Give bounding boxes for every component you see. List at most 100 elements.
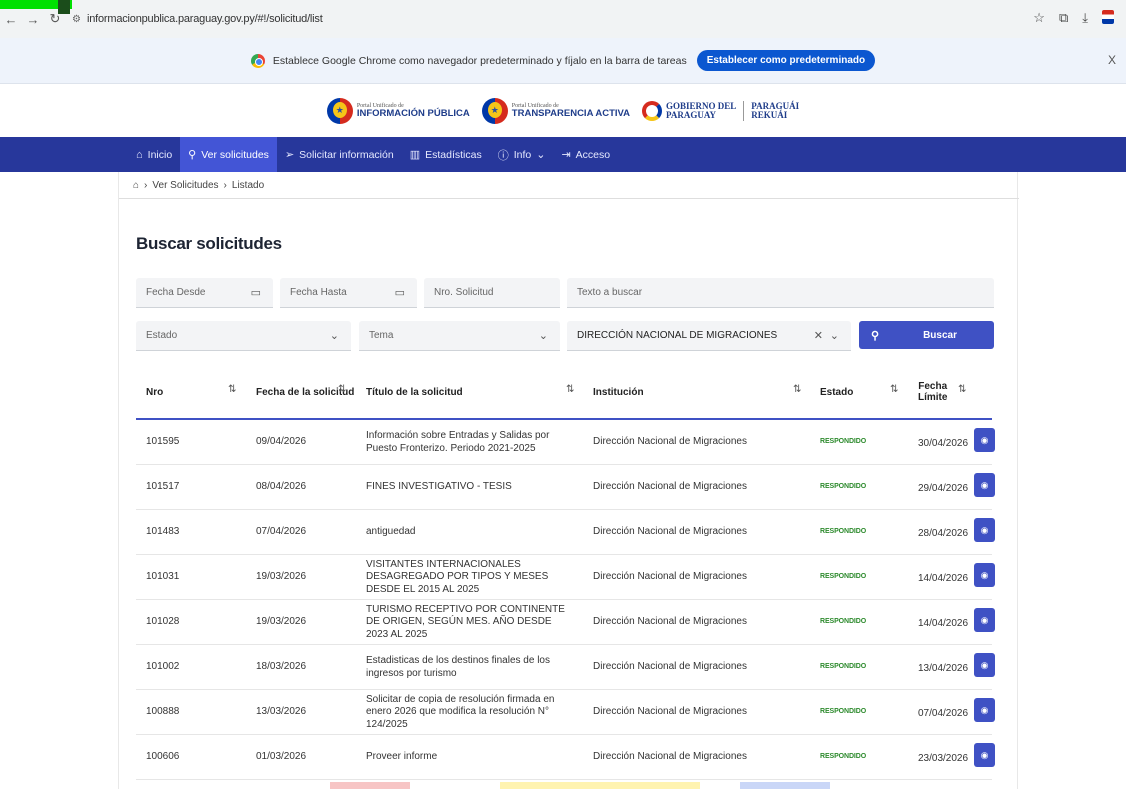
column-institucion[interactable]: Institución [593, 364, 644, 420]
extensions-icon[interactable]: ⧉ [1059, 10, 1068, 26]
breadcrumb-ver-solicitudes[interactable]: Ver Solicitudes [152, 180, 218, 191]
cell-fecha-limite: 23/03/2026 [918, 753, 969, 764]
url-text[interactable]: informacionpublica.paraguay.gov.py/#!/so… [87, 13, 323, 25]
search-icon: ⚲ [871, 329, 880, 342]
sort-icon[interactable]: ⇅ [890, 384, 898, 395]
view-details-button[interactable]: ◉ [974, 563, 995, 587]
logo-informacion-publica[interactable]: Portal Unificado de INFORMACIÓN PÚBLICA [326, 98, 470, 124]
close-icon[interactable]: X [1108, 53, 1116, 67]
column-titulo[interactable]: Título de la solicitud [366, 364, 463, 420]
gov-line-4: REKUÁI [751, 110, 788, 120]
cell-titulo: antiguedad [366, 526, 416, 538]
cell-titulo: Estadisticas de los destinos finales de … [366, 655, 550, 679]
cell-fecha: 13/03/2026 [256, 706, 307, 718]
table-row: 101483 07/04/2026 antiguedad Dirección Naci… [136, 510, 995, 555]
nav-item-ver-solicitudes[interactable]: ⚲ Ver solicitudes [180, 137, 277, 172]
set-default-button[interactable]: Establecer como predeterminado [696, 50, 876, 71]
calendar-icon[interactable]: ▭ [251, 286, 261, 299]
home-icon[interactable]: ⌂ [133, 180, 139, 191]
profile-flag-icon[interactable] [1102, 10, 1114, 24]
chevron-down-icon: ⌄ [538, 330, 548, 342]
bookmark-star-icon[interactable]: ☆ [1033, 10, 1045, 26]
cell-nro: 101517 [146, 481, 180, 493]
view-details-button[interactable]: ◉ [974, 518, 995, 542]
back-icon[interactable]: ← [0, 12, 22, 27]
institucion-select[interactable]: DIRECCIÓN NACIONAL DE MIGRACIONES ✕ ⌄ [567, 321, 851, 351]
status-badge: RESPONDIDO [820, 663, 867, 671]
logo-title: TRANSPARENCIA ACTIVA [511, 108, 631, 120]
chevron-down-icon: ⌄ [536, 149, 546, 161]
solicitudes-table: Nro ⇅ Fecha de la solicitud ⇅ Título de … [136, 364, 995, 780]
buscar-button[interactable]: ⚲ Buscar [859, 321, 994, 349]
logo-transparencia-activa[interactable]: Portal Unificado de TRANSPARENCIA ACTIVA [481, 98, 631, 124]
forward-icon[interactable]: → [22, 12, 44, 27]
nav-label: Estadísticas [425, 148, 482, 161]
cell-institucion: Dirección Nacional de Migraciones [593, 616, 747, 628]
view-details-button[interactable]: ◉ [974, 743, 995, 767]
chart-icon: ▥ [409, 149, 421, 161]
column-label: Nro [146, 386, 164, 398]
view-details-button[interactable]: ◉ [974, 653, 995, 677]
sort-icon[interactable]: ⇅ [338, 384, 346, 395]
column-estado[interactable]: Estado [820, 364, 853, 420]
cell-nro: 101483 [146, 526, 180, 538]
clear-icon[interactable]: ✕ [814, 329, 823, 342]
cell-fecha: 08/04/2026 [256, 481, 307, 493]
breadcrumb-listado: Listado [231, 180, 265, 191]
main-content: ⌂ › Ver Solicitudes › Listado Buscar sol… [118, 172, 1019, 789]
nav-item-info[interactable]: ⓘ Info ⌄ [490, 137, 554, 172]
calendar-icon[interactable]: ▭ [395, 286, 405, 299]
nav-item-solicitar-informacion[interactable]: ➢ Solicitar información [277, 137, 402, 172]
column-nro[interactable]: Nro [146, 364, 163, 420]
table-row: 100888 13/03/2026 Solicitar de copia de re… [136, 690, 995, 735]
eye-icon: ◉ [980, 660, 989, 670]
tema-select[interactable]: Tema ⌄ [359, 321, 560, 351]
column-label: Institución [593, 386, 644, 398]
cell-titulo: FINES INVESTIGATIVO - TESIS [366, 481, 512, 493]
download-icon[interactable]: ⤓ [1082, 10, 1088, 26]
column-label: Límite [918, 392, 948, 403]
column-fecha-limite[interactable]: Fecha Límite [918, 364, 947, 420]
fecha-desde-placeholder: Fecha Desde [146, 287, 206, 298]
site-info-icon[interactable]: ⚙ [72, 14, 81, 25]
view-details-button[interactable]: ◉ [974, 428, 995, 452]
table-row: 101002 18/03/2026 Estadisticas de los dest… [136, 645, 995, 690]
cell-nro: 100606 [146, 751, 180, 763]
nav-item-estadisticas[interactable]: ▥ Estadísticas [402, 137, 490, 172]
address-bar[interactable]: ⚙ informacionpublica.paraguay.gov.py/#!/… [72, 13, 323, 25]
portal-emblem-icon [326, 98, 353, 124]
nav-label: Solicitar información [299, 148, 394, 161]
view-details-button[interactable]: ◉ [974, 473, 995, 497]
nro-solicitud-input[interactable]: Nro. Solicitud [424, 278, 560, 308]
government-emblem-icon [642, 101, 663, 121]
table-header: Nro ⇅ Fecha de la solicitud ⇅ Título de … [136, 364, 992, 420]
search-icon: ⚲ [188, 149, 197, 161]
nav-item-acceso[interactable]: ⇥ Acceso [553, 137, 618, 172]
status-badge: RESPONDIDO [820, 573, 867, 581]
cell-institucion: Dirección Nacional de Migraciones [593, 481, 747, 493]
nav-item-inicio[interactable]: ⌂ Inicio [128, 137, 180, 172]
fecha-desde-field[interactable]: Fecha Desde ▭ [136, 278, 273, 308]
default-browser-infobar: Establece Google Chrome como navegador p… [0, 38, 1126, 84]
view-details-button[interactable]: ◉ [974, 608, 995, 632]
estado-select[interactable]: Estado ⌄ [136, 321, 351, 351]
view-details-button[interactable]: ◉ [974, 698, 995, 722]
table-row: 100606 01/03/2026 Proveer informe Dirección… [136, 735, 995, 780]
texto-buscar-input[interactable]: Texto a buscar [567, 278, 994, 308]
fecha-hasta-field[interactable]: Fecha Hasta ▭ [280, 278, 417, 308]
cell-fecha: 09/04/2026 [256, 436, 307, 448]
cell-nro: 101031 [146, 571, 180, 583]
sort-icon[interactable]: ⇅ [958, 384, 966, 395]
sort-icon[interactable]: ⇅ [228, 384, 236, 395]
eye-icon: ◉ [980, 750, 989, 760]
cell-institucion: Dirección Nacional de Migraciones [593, 751, 747, 763]
cell-fecha-limite: 28/04/2026 [918, 528, 969, 539]
logo-gobierno-paraguay[interactable]: GOBIERNO DEL PARAGUAY PARAGUÁI REKUÁI [642, 101, 799, 121]
sort-icon[interactable]: ⇅ [566, 384, 574, 395]
portal-logos-header: Portal Unificado de INFORMACIÓN PÚBLICA … [0, 85, 1126, 137]
cell-fecha: 19/03/2026 [256, 616, 307, 628]
column-label: Título de la solicitud [366, 386, 463, 398]
nav-label: Ver solicitudes [201, 148, 269, 161]
sort-icon[interactable]: ⇅ [793, 384, 801, 395]
nav-label: Inicio [147, 148, 173, 161]
